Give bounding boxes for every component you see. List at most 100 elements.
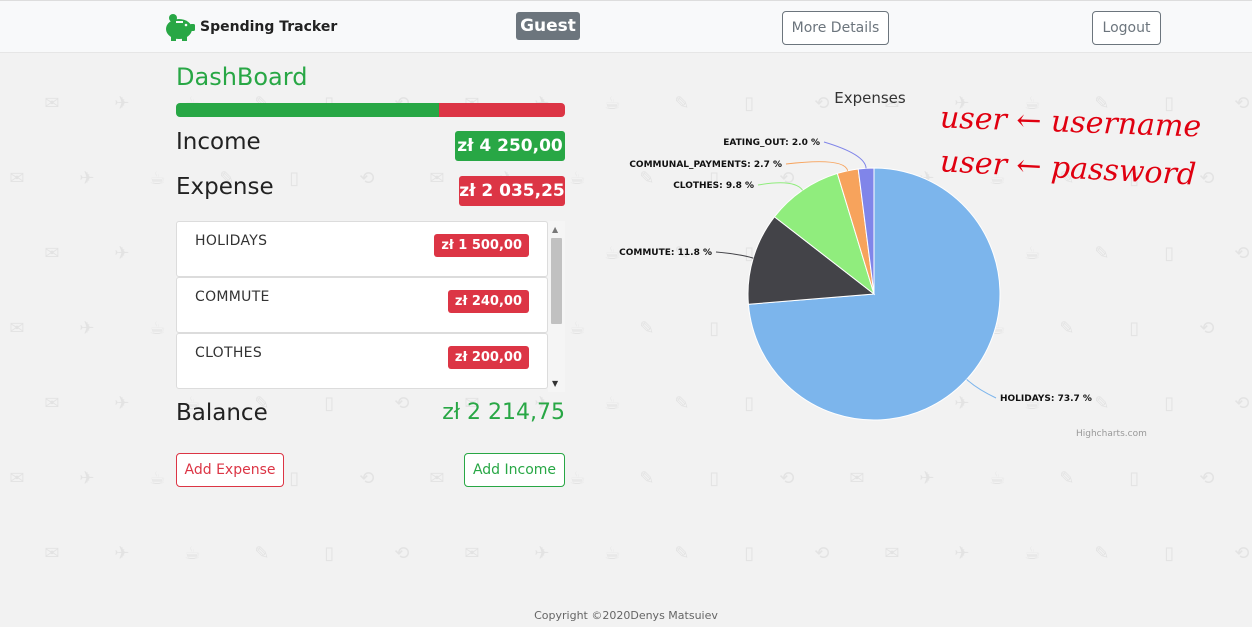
background-glyph: ✈ <box>79 468 95 489</box>
background-glyph: ☕ <box>604 543 621 564</box>
background-glyph: ✉ <box>464 543 480 564</box>
pie-slice-label: EATING_OUT: 2.0 % <box>723 138 820 148</box>
pie-slice-label: CLOTHES: 9.8 % <box>673 181 754 191</box>
background-glyph: ▯ <box>289 168 300 189</box>
pie-label-connector <box>715 251 754 259</box>
more-details-button[interactable]: More Details <box>782 11 889 45</box>
list-item[interactable]: COMMUTE zł 240,00 <box>176 277 548 333</box>
expense-label: Expense <box>176 174 274 200</box>
background-glyph: ⟲ <box>359 468 375 489</box>
background-glyph: ✉ <box>9 318 25 339</box>
background-glyph: ✉ <box>44 93 60 114</box>
dashboard-title: DashBoard <box>176 63 308 91</box>
income-label: Income <box>176 129 261 155</box>
background-glyph: ✎ <box>674 543 690 564</box>
background-glyph: ☕ <box>989 468 1006 489</box>
balance-label: Balance <box>176 400 268 426</box>
pie-slice-label: COMMUTE: 11.8 % <box>619 248 712 258</box>
background-glyph: ▯ <box>324 543 335 564</box>
background-glyph: ⟲ <box>1234 393 1250 414</box>
brand-name: Spending Tracker <box>200 19 338 35</box>
background-glyph: ✈ <box>534 543 550 564</box>
background-glyph: ☕ <box>184 543 201 564</box>
expense-item-amount: zł 1 500,00 <box>434 234 529 257</box>
scroll-down-arrow-icon[interactable]: ▼ <box>552 379 558 388</box>
pie-label-connector <box>757 182 803 191</box>
background-glyph: ✉ <box>429 468 445 489</box>
user-badge: Guest <box>516 12 580 40</box>
background-glyph: ☕ <box>149 468 166 489</box>
background-glyph: ▯ <box>1164 243 1175 264</box>
background-glyph: ✈ <box>114 243 130 264</box>
income-expense-progress-bar <box>176 103 565 117</box>
background-glyph: ⟲ <box>394 543 410 564</box>
pie-slice-label: COMMUNAL_PAYMENTS: 2.7 % <box>629 160 782 170</box>
background-glyph: ▯ <box>1164 543 1175 564</box>
background-glyph: ☕ <box>569 318 586 339</box>
background-glyph: ▯ <box>1164 393 1175 414</box>
background-glyph: ✉ <box>849 468 865 489</box>
background-glyph: ☕ <box>569 468 586 489</box>
background-glyph: ⟲ <box>1199 168 1215 189</box>
scrollbar-thumb[interactable] <box>551 238 562 324</box>
background-glyph: ▯ <box>744 543 755 564</box>
expense-item-name: HOLIDAYS <box>195 233 268 249</box>
expense-item-amount: zł 200,00 <box>447 346 529 369</box>
background-glyph: ▯ <box>289 468 300 489</box>
background-glyph: ⟲ <box>1234 243 1250 264</box>
background-glyph: ☕ <box>149 168 166 189</box>
background-glyph: ✎ <box>1094 543 1110 564</box>
pie-label-connector <box>823 141 867 169</box>
add-expense-button[interactable]: Add Expense <box>176 453 284 487</box>
list-item[interactable]: HOLIDAYS zł 1 500,00 <box>176 221 548 277</box>
progress-income-segment <box>176 103 439 117</box>
background-glyph: ✉ <box>9 468 25 489</box>
expense-item-name: COMMUTE <box>195 289 270 305</box>
background-glyph: ⟲ <box>814 543 830 564</box>
background-glyph: ⟲ <box>1199 318 1215 339</box>
background-glyph: ▯ <box>324 393 335 414</box>
background-glyph: ⟲ <box>1234 543 1250 564</box>
chart-credits[interactable]: Highcharts.com <box>1076 429 1147 439</box>
background-glyph: ⟲ <box>1199 468 1215 489</box>
background-glyph: ▯ <box>709 468 720 489</box>
background-glyph: ☕ <box>569 168 586 189</box>
footer-copyright: Copyright ©2020Denys Matsuiev <box>534 609 718 622</box>
background-glyph: ✈ <box>114 393 130 414</box>
navbar: Spending Tracker Guest More Details Logo… <box>0 0 1252 53</box>
list-item[interactable]: CLOTHES zł 200,00 <box>176 333 548 389</box>
progress-expense-segment <box>438 103 565 117</box>
background-glyph: ✈ <box>114 93 130 114</box>
piggy-bank-icon <box>162 12 196 42</box>
background-glyph: ✈ <box>954 543 970 564</box>
background-glyph: ⟲ <box>1234 93 1250 114</box>
expense-list[interactable]: HOLIDAYS zł 1 500,00 COMMUTE zł 240,00 C… <box>176 221 565 392</box>
background-glyph: ✎ <box>639 468 655 489</box>
background-glyph: ☕ <box>149 318 166 339</box>
background-glyph: ✎ <box>254 543 270 564</box>
background-glyph: ⟲ <box>394 393 410 414</box>
pie-label-connector <box>785 161 849 171</box>
background-glyph: ✎ <box>1059 468 1075 489</box>
background-glyph: ✈ <box>114 543 130 564</box>
brand[interactable]: Spending Tracker <box>162 12 337 42</box>
background-glyph: ✉ <box>44 243 60 264</box>
background-glyph: ✈ <box>79 168 95 189</box>
background-glyph: ✉ <box>429 168 445 189</box>
expense-amount-badge: zł 2 035,25 <box>459 176 565 206</box>
expense-list-scrollbar[interactable]: ▲ ▼ <box>548 221 565 392</box>
background-glyph: ☕ <box>1024 543 1041 564</box>
expense-item-amount: zł 240,00 <box>447 290 529 313</box>
scroll-up-arrow-icon[interactable]: ▲ <box>552 225 558 234</box>
background-glyph: ✈ <box>919 468 935 489</box>
income-amount-badge: zł 4 250,00 <box>455 131 565 161</box>
logout-button[interactable]: Logout <box>1092 11 1161 45</box>
background-glyph: ⟲ <box>779 468 795 489</box>
background-glyph: ✉ <box>44 543 60 564</box>
add-income-button[interactable]: Add Income <box>464 453 565 487</box>
background-glyph: ✉ <box>44 393 60 414</box>
background-glyph: ▯ <box>1129 468 1140 489</box>
balance-amount: zł 2 214,75 <box>442 400 565 425</box>
expense-item-name: CLOTHES <box>195 345 263 361</box>
background-glyph: ✈ <box>79 318 95 339</box>
